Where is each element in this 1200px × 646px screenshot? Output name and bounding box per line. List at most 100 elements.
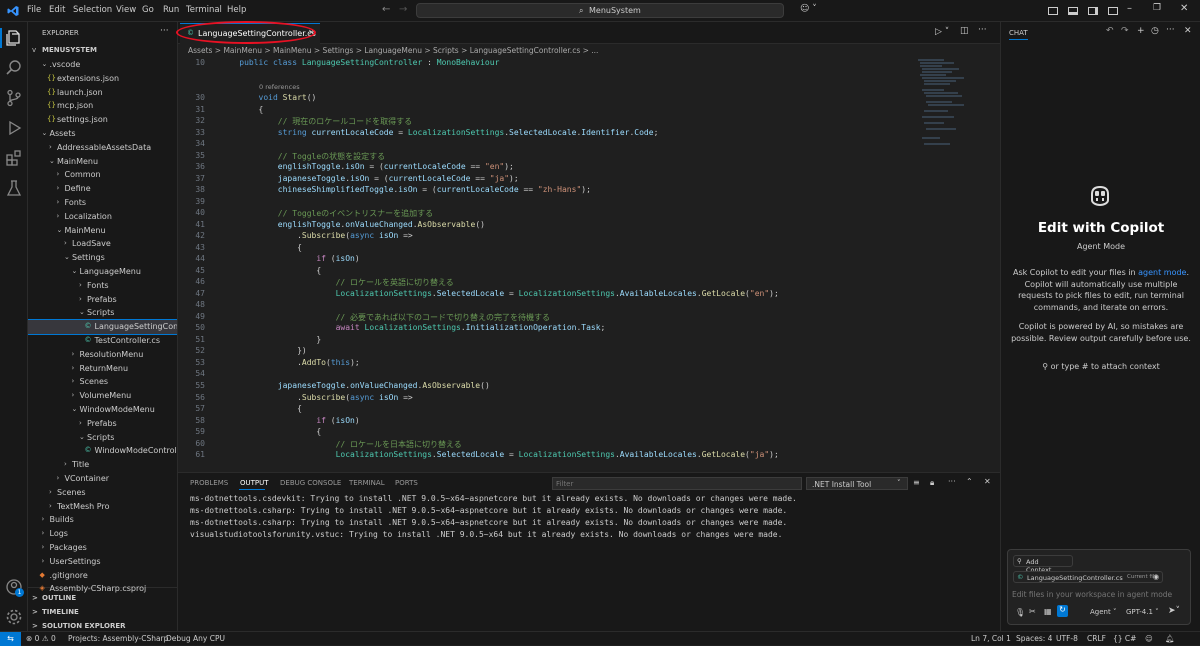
chat-message-input[interactable] [1012, 588, 1187, 601]
lock-scroll-icon[interactable]: 🔒︎ [930, 478, 934, 488]
clear-output-icon[interactable]: ≡ [913, 478, 920, 487]
timeline-section[interactable]: > TIMELINE [28, 606, 177, 620]
explorer-item[interactable]: › Common [28, 168, 177, 182]
explorer-item[interactable]: ⌄ .vscode [28, 58, 177, 72]
breadcrumb[interactable]: Assets > MainMenu > MainMenu > Settings … [178, 44, 1000, 58]
run-debug-icon[interactable] [5, 119, 23, 137]
code-line[interactable]: { [220, 105, 264, 114]
toggle-secondary-sidebar-icon[interactable] [1088, 7, 1098, 15]
code-line[interactable]: // 必要であれば以下のコードで切り替えの完了を待機する [220, 312, 550, 323]
history-icon[interactable]: ◷ [1151, 26, 1159, 36]
explorer-item[interactable]: › Fonts [28, 279, 177, 293]
new-chat-icon[interactable]: + [1137, 26, 1145, 36]
code-line[interactable]: void Start() [220, 93, 317, 102]
search-activity-icon[interactable] [5, 59, 23, 77]
testing-icon[interactable] [5, 179, 23, 197]
menu-help[interactable]: Help [227, 5, 246, 15]
current-file-chip[interactable]: © LanguageSettingController.cs Current f… [1013, 571, 1163, 583]
restore-icon[interactable]: ❐ [1153, 3, 1161, 13]
code-line[interactable]: englishToggle.onValueChanged.AsObservabl… [220, 220, 485, 229]
panel-more-icon[interactable]: ··· [948, 477, 956, 486]
explorer-item[interactable]: › Fonts [28, 196, 177, 210]
eye-icon[interactable]: ◉ [1153, 573, 1159, 581]
code-line[interactable]: // Toggleのイベントリスナーを追加する [220, 208, 433, 219]
tab-terminal[interactable]: TERMINAL [349, 479, 385, 487]
command-center-search[interactable]: ⌕ MenuSystem [416, 3, 784, 18]
codelens-references[interactable]: 0 references [259, 83, 300, 91]
close-window-icon[interactable]: ✕ [1180, 3, 1188, 14]
output-source-select[interactable]: .NET Install Tool ˅ [806, 477, 908, 490]
minimize-icon[interactable]: – [1127, 3, 1132, 14]
notifications-icon[interactable]: 🔔︎ [1165, 634, 1175, 643]
close-panel-icon[interactable]: ✕ [984, 477, 991, 486]
explorer-item[interactable]: ©WindowModeController.cs [28, 444, 178, 458]
explorer-item[interactable]: ⌄ Settings [28, 251, 177, 265]
explorer-item[interactable]: ⌄ LanguageMenu [28, 265, 177, 279]
code-line[interactable]: { [220, 427, 321, 436]
code-line[interactable]: LocalizationSettings.SelectedLocale = Lo… [220, 289, 779, 298]
copilot-status-icon[interactable]: ☺ [1145, 634, 1153, 643]
code-line[interactable]: // 現在のロケールコードを取得する [220, 116, 412, 127]
explorer-item[interactable]: › Define [28, 182, 177, 196]
explorer-item[interactable]: {} extensions.json [28, 72, 177, 86]
explorer-item[interactable]: ◆ .gitignore [28, 569, 177, 583]
code-line[interactable]: .AddTo(this); [220, 358, 360, 367]
toggle-panel-icon[interactable] [1068, 7, 1078, 15]
code-line[interactable]: japaneseToggle.isOn = (currentLocaleCode… [220, 174, 519, 183]
code-line[interactable]: japaneseToggle.onValueChanged.AsObservab… [220, 381, 490, 390]
code-line[interactable]: .Subscribe(async isOn => [220, 393, 413, 402]
code-line[interactable]: if (isOn) [220, 416, 359, 425]
explorer-item[interactable]: ⌄ Scripts [28, 431, 177, 445]
explorer-item[interactable]: › AddressableAssetsData [28, 141, 177, 155]
explorer-item[interactable]: › UserSettings [28, 555, 177, 569]
explorer-item[interactable]: › Prefabs [28, 417, 177, 431]
tools-icon[interactable]: ✂ [1029, 607, 1036, 616]
editor-more-icon[interactable]: ··· [978, 25, 987, 35]
code-line[interactable]: chineseShimplifiedToggle.isOn = (current… [220, 185, 591, 194]
explorer-item[interactable]: ◈ Assembly-CSharp.csproj [28, 582, 177, 596]
explorer-item[interactable]: › Builds [28, 513, 177, 527]
split-editor-icon[interactable]: ◫ [960, 26, 969, 36]
language-mode[interactable]: {} C# [1113, 634, 1136, 643]
code-line[interactable]: }) [220, 346, 307, 355]
workspace-root[interactable]: v MENUSYSTEM [28, 44, 177, 58]
run-file-icon[interactable]: ▷ ˅ [935, 27, 949, 37]
encoding[interactable]: UTF-8 [1056, 634, 1078, 643]
explorer-item[interactable]: › Scenes [28, 486, 177, 500]
source-control-icon[interactable] [5, 89, 23, 107]
menu-view[interactable]: View [116, 5, 136, 15]
explorer-item[interactable]: › VolumeMenu [28, 389, 177, 403]
undo-icon[interactable]: ↶ [1106, 26, 1114, 36]
customize-layout-icon[interactable] [1108, 7, 1118, 15]
code-line[interactable]: public class LanguageSettingController :… [220, 58, 499, 67]
menu-run[interactable]: Run [163, 5, 179, 15]
output-filter-input[interactable] [552, 477, 802, 490]
explorer-item[interactable]: › ReturnMenu [28, 362, 177, 376]
explorer-item[interactable]: ⌄ Scripts [28, 306, 177, 320]
model-select[interactable]: GPT-4.1 ˅ [1126, 608, 1159, 616]
explorer-item[interactable]: › TextMesh Pro [28, 500, 177, 514]
back-arrow-icon[interactable]: ← [382, 4, 390, 15]
toggle-sidebar-icon[interactable] [1048, 7, 1058, 15]
minimap[interactable] [914, 58, 984, 158]
explorer-item[interactable]: ⌄ Assets [28, 127, 177, 141]
explorer-item[interactable]: › Scenes [28, 375, 177, 389]
explorer-icon[interactable] [5, 29, 23, 47]
remote-icon[interactable]: ⇆ [0, 632, 21, 646]
auto-refresh-icon[interactable]: ↻ [1057, 605, 1068, 617]
cursor-position[interactable]: Ln 7, Col 1 [971, 634, 1011, 643]
explorer-item[interactable]: › ResolutionMenu [28, 348, 177, 362]
tab-ports[interactable]: PORTS [395, 479, 418, 487]
add-context-button[interactable]: ⚲ Add Context... [1013, 555, 1073, 574]
code-line[interactable]: LocalizationSettings.SelectedLocale = Lo… [220, 450, 779, 459]
menu-selection[interactable]: Selection [73, 5, 112, 15]
explorer-item[interactable]: › Prefabs [28, 293, 177, 307]
solution-explorer-section[interactable]: > SOLUTION EXPLORER [28, 620, 177, 631]
debug-config[interactable]: Debug Any CPU [166, 634, 225, 643]
extensions-icon[interactable] [5, 149, 23, 167]
explorer-item[interactable]: ⌄ WindowModeMenu [28, 403, 177, 417]
code-line[interactable]: await LocalizationSettings.Initializatio… [220, 323, 606, 332]
forward-arrow-icon[interactable]: → [399, 4, 407, 15]
microphone-icon[interactable]: 🎙︎ [1015, 608, 1025, 617]
chat-input-box[interactable]: ⚲ Add Context... © LanguageSettingContro… [1007, 549, 1191, 625]
